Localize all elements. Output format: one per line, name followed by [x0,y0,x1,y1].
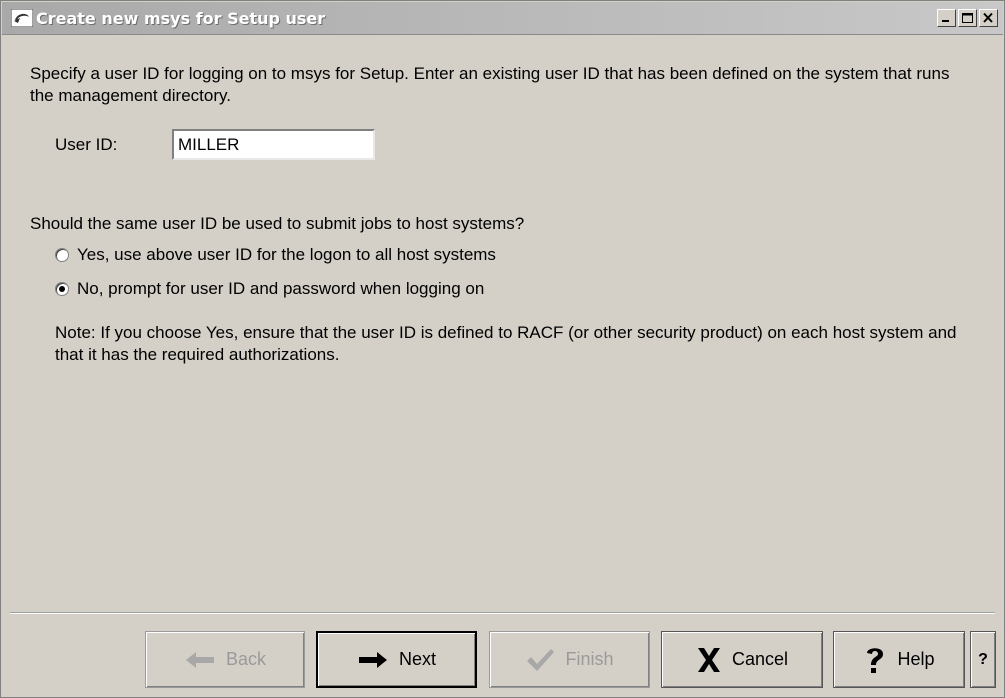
question-text: Should the same user ID be used to submi… [30,214,525,233]
context-help-button[interactable]: ? [970,631,996,688]
help-label: Help [897,649,935,669]
intro-text: Specify a user ID for logging on to msys… [30,64,950,105]
radio-yes[interactable] [55,248,69,262]
option-no-label: No, prompt for user ID and password when… [77,279,485,298]
note-text: Note: If you choose Yes, ensure that the… [55,323,957,364]
maximize-button[interactable] [958,9,977,27]
app-icon [11,9,33,27]
back-button[interactable]: Back [145,631,305,688]
question-mark-icon [867,647,884,673]
cancel-button[interactable]: Cancel [661,631,823,688]
userid-label: User ID: [55,135,118,154]
minimize-icon [942,20,949,22]
option-no[interactable]: No, prompt for user ID and password when… [55,278,484,300]
userid-input[interactable] [172,129,375,160]
option-yes-label: Yes, use above user ID for the logon to … [77,245,496,264]
window-controls [937,9,998,27]
next-arrow-icon [358,651,387,668]
x-icon [697,647,720,672]
back-arrow-icon [185,651,214,668]
context-help-label: ? [978,650,988,668]
close-icon [983,12,993,23]
title-bar[interactable]: Create new msys for Setup user [2,2,1003,35]
next-label: Next [398,649,436,669]
radio-selected-dot [59,286,65,292]
separator [10,612,995,614]
back-label: Back [225,649,267,669]
dialog-content: Specify a user ID for logging on to msys… [1,35,1004,611]
finish-button[interactable]: Finish [489,631,650,688]
window-title: Create new msys for Setup user [36,9,326,28]
maximize-icon [962,13,973,23]
cancel-label: Cancel [731,649,789,669]
minimize-button[interactable] [937,9,956,27]
dialog-window: Create new msys for Setup user Specify a… [0,0,1005,698]
next-button[interactable]: Next [316,631,477,688]
close-button[interactable] [979,9,998,27]
finish-label: Finish [565,649,614,669]
help-button[interactable]: Help [833,631,965,688]
radio-no[interactable] [55,282,69,296]
option-yes[interactable]: Yes, use above user ID for the logon to … [55,244,496,266]
checkmark-icon [527,648,555,671]
